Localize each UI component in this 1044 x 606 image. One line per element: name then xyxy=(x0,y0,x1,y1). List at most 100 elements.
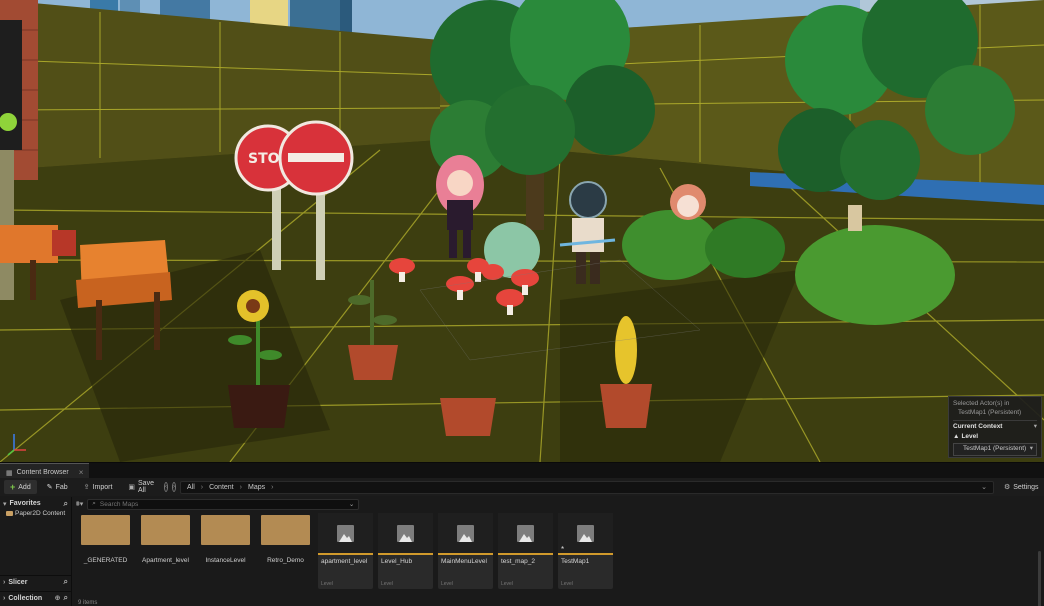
fab-button[interactable]: ✎ Fab xyxy=(41,480,74,494)
chevron-down-icon: ▾ xyxy=(3,500,7,508)
asset-view: ⩩▾ ⌕ ⌄ _GENERATED Apartment_level xyxy=(72,497,1044,606)
level-value: TestMap1 (Persistent) xyxy=(963,445,1027,453)
level-asset-tile[interactable]: MainMenuLevel Level xyxy=(438,513,493,589)
level-icon: ▲ xyxy=(953,433,960,441)
slicer-label: Slicer xyxy=(8,578,28,586)
tab-content-browser[interactable]: ▦ Content Browser × xyxy=(0,463,90,478)
breadcrumb-content[interactable]: Content xyxy=(209,484,234,491)
breadcrumb-all[interactable]: All xyxy=(187,484,195,491)
add-label: Add xyxy=(18,483,31,491)
import-label: Import xyxy=(92,483,113,491)
scrollbar[interactable] xyxy=(1038,551,1041,606)
folder-label: InstanceLevel xyxy=(205,557,246,564)
asset-type: Level xyxy=(381,581,393,587)
map-icon xyxy=(577,524,594,542)
asset-label: test_map_2 xyxy=(501,558,535,565)
search-field[interactable]: ⌕ ⌄ xyxy=(87,498,360,510)
fab-label: Fab xyxy=(55,483,68,491)
asset-type: Level xyxy=(321,581,333,587)
folder-icon xyxy=(141,515,190,545)
fab-icon: ✎ xyxy=(46,484,53,491)
forward-arrow-icon[interactable]: › xyxy=(171,482,176,492)
asset-type: Level xyxy=(561,581,573,587)
selected-actors-label: Selected Actor(s) in xyxy=(953,400,1010,407)
chevron-right-icon[interactable]: › xyxy=(240,484,242,491)
asset-label: Level_Hub xyxy=(381,558,413,565)
search-icon[interactable]: ⌕ xyxy=(64,593,68,603)
level-asset-tile[interactable]: Level_Hub Level xyxy=(378,513,433,589)
folder-tile[interactable]: Retro_Demo xyxy=(258,513,313,573)
chevron-right-icon[interactable]: › xyxy=(271,484,273,491)
tab-label: Content Browser xyxy=(16,469,69,476)
unsaved-marker: * xyxy=(561,545,565,554)
asset-label: MainMenuLevel xyxy=(441,558,487,565)
content-browser: ▦ Content Browser × + Add ✎ Fab ⇪ Import… xyxy=(0,462,1044,606)
chevron-down-icon[interactable]: ▾ xyxy=(1034,423,1037,432)
asset-label: TestMap1 xyxy=(561,558,590,565)
add-collection-icon[interactable]: ⊕ xyxy=(55,594,61,602)
import-button[interactable]: ⇪ Import xyxy=(78,480,119,494)
asset-tiles: _GENERATED Apartment_level InstanceLevel… xyxy=(78,513,613,589)
folder-icon xyxy=(261,515,310,545)
current-context-panel: Selected Actor(s) in TestMap1 (Persisten… xyxy=(948,396,1042,458)
favorites-item-label: Paper2D Content xyxy=(15,510,66,517)
chevron-right-icon: › xyxy=(3,578,6,586)
folder-tile[interactable]: InstanceLevel xyxy=(198,513,253,573)
settings-button[interactable]: ⚙ Settings xyxy=(998,480,1044,494)
breadcrumb: All › Content › Maps › ⌄ xyxy=(179,480,994,494)
map-icon xyxy=(397,524,414,542)
folder-tile[interactable]: Apartment_level xyxy=(138,513,193,573)
current-context-heading: Current Context xyxy=(953,422,1003,430)
search-input[interactable] xyxy=(99,500,300,508)
sources-panel: ▾ Favorites ⌕ Paper2D Content › Slicer ⌕… xyxy=(0,497,72,606)
settings-label: Settings xyxy=(1013,483,1039,491)
search-icon: ⌕ xyxy=(92,500,96,507)
chevron-down-icon[interactable]: ⌄ xyxy=(981,483,987,491)
chevron-right-icon: › xyxy=(3,594,6,602)
save-all-button[interactable]: ▣ Save All xyxy=(122,480,160,494)
chevron-right-icon[interactable]: › xyxy=(201,484,203,491)
close-icon[interactable]: × xyxy=(79,468,84,477)
content-browser-icon: ▦ xyxy=(6,469,13,477)
search-icon[interactable]: ⌕ xyxy=(64,499,68,509)
level-label: Level xyxy=(961,433,979,441)
back-arrow-icon[interactable]: ‹ xyxy=(163,482,168,492)
plus-icon: + xyxy=(10,482,16,492)
content-browser-body: ▾ Favorites ⌕ Paper2D Content › Slicer ⌕… xyxy=(0,497,1044,606)
chevron-down-icon[interactable]: ⌄ xyxy=(349,500,354,508)
collection-header[interactable]: › Collection ⊕ ⌕ xyxy=(0,591,71,604)
folder-icon xyxy=(81,515,130,545)
add-button[interactable]: + Add xyxy=(4,480,37,494)
favorites-label: Favorites xyxy=(9,500,41,507)
level-viewport[interactable]: STO Selected Actor(s) in TestMap1 (Persi… xyxy=(0,0,1044,462)
axis-gizmo xyxy=(6,430,28,456)
level-asset-tile[interactable]: apartment_level Level xyxy=(318,513,373,589)
folder-icon xyxy=(6,511,13,516)
chevron-down-icon: ▾ xyxy=(1029,445,1033,453)
filter-icon[interactable]: ⩩▾ xyxy=(76,500,83,509)
save-icon: ▣ xyxy=(128,484,136,491)
level-asset-tile[interactable]: test_map_2 Level xyxy=(498,513,553,589)
search-icon[interactable]: ⌕ xyxy=(64,577,68,587)
favorites-item[interactable]: Paper2D Content xyxy=(0,510,71,517)
svg-text:STO: STO xyxy=(248,151,280,167)
folder-tile[interactable]: _GENERATED xyxy=(78,513,133,573)
import-icon: ⇪ xyxy=(83,484,90,491)
breadcrumb-maps[interactable]: Maps xyxy=(248,484,265,491)
folder-icon xyxy=(201,515,250,545)
asset-type: Level xyxy=(441,581,453,587)
slicer-header[interactable]: › Slicer ⌕ xyxy=(0,575,71,588)
content-browser-toolbar: + Add ✎ Fab ⇪ Import ▣ Save All ‹ › All … xyxy=(0,478,1044,496)
folder-label: Apartment_level xyxy=(142,557,189,564)
level-dropdown[interactable]: TestMap1 (Persistent) ▾ xyxy=(953,443,1037,456)
item-count: 9 items xyxy=(78,600,98,606)
content-browser-tabbar: ▦ Content Browser × xyxy=(0,463,1044,478)
map-icon xyxy=(517,524,534,542)
level-asset-tile[interactable]: * TestMap1 Level xyxy=(558,513,613,589)
viewport-scene: STO xyxy=(0,0,1044,462)
map-icon xyxy=(337,524,354,542)
save-all-label: Save All xyxy=(138,480,154,494)
gear-icon: ⚙ xyxy=(1003,484,1011,491)
favorites-header[interactable]: ▾ Favorites ⌕ xyxy=(0,497,71,510)
search-row: ⩩▾ ⌕ ⌄ xyxy=(72,497,1044,511)
